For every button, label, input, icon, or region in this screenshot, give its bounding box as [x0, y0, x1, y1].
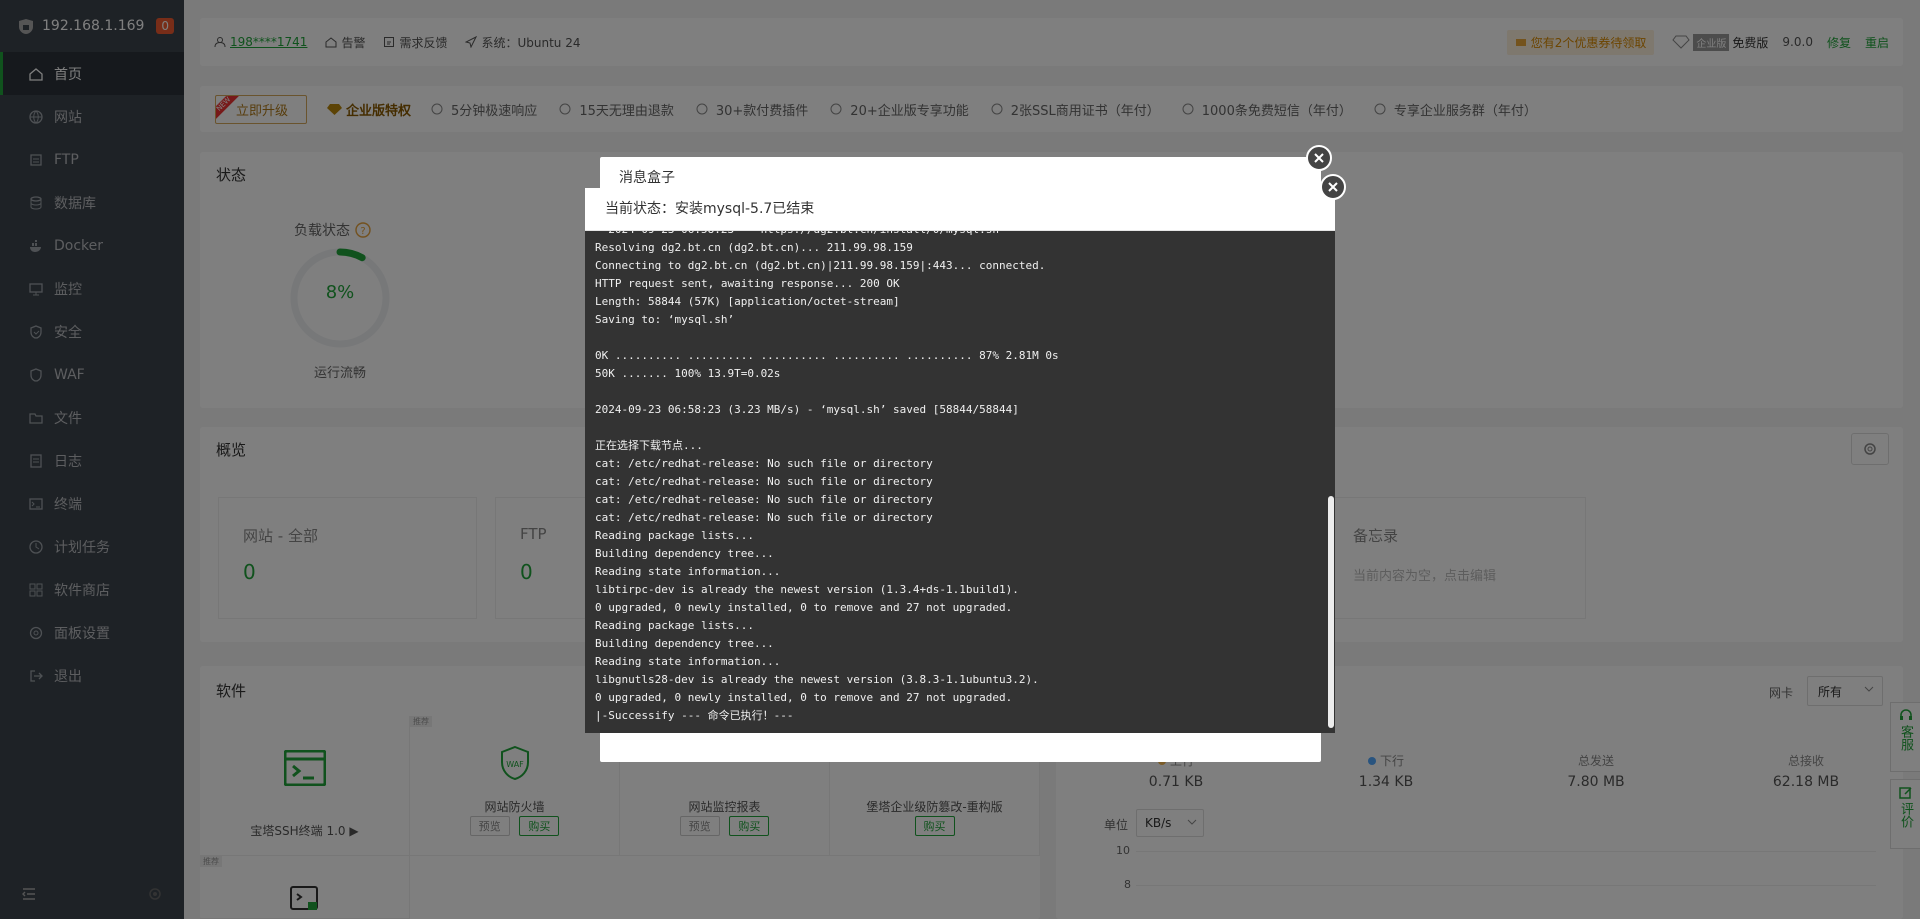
terminal-line: --2024-09-23 06:58:23-- https://dg2.bt.c… [595, 231, 1310, 239]
terminal-line: Building dependency tree... [595, 637, 774, 650]
terminal-line: Building dependency tree... [595, 547, 774, 560]
terminal-scrollbar[interactable] [1328, 496, 1334, 728]
terminal-line: 0K .......... .......... .......... ....… [595, 349, 1059, 362]
terminal-line: 50K ....... 100% 13.9T=0.02s [595, 367, 781, 380]
terminal-line: libgnutls28-dev is already the newest ve… [595, 673, 1039, 686]
terminal-line: cat: /etc/redhat-release: No such file o… [595, 457, 933, 470]
terminal-line: HTTP request sent, awaiting response... … [595, 277, 900, 290]
install-status-title: 当前状态：安装mysql-5.7已结束 [585, 188, 1335, 231]
close-icon [1314, 153, 1324, 163]
terminal-lines: --2024-09-23 06:58:23-- https://dg2.bt.c… [595, 231, 1310, 725]
install-log-dialog: 当前状态：安装mysql-5.7已结束 --2024-09-23 06:58:2… [585, 188, 1335, 733]
terminal-line: Length: 58844 (57K) [application/octet-s… [595, 295, 900, 308]
terminal-line: 正在选择下载节点... [595, 439, 703, 452]
terminal-line: Resolving dg2.bt.cn (dg2.bt.cn)... 211.9… [595, 241, 913, 254]
install-dialog-close-button[interactable] [1320, 174, 1346, 200]
terminal-line: 0 upgraded, 0 newly installed, 0 to remo… [595, 601, 1013, 614]
terminal-output[interactable]: --2024-09-23 06:58:23-- https://dg2.bt.c… [585, 231, 1335, 733]
close-icon [1328, 182, 1338, 192]
terminal-line: |-Successify --- 命令已执行！--- [595, 709, 794, 722]
terminal-line: Connecting to dg2.bt.cn (dg2.bt.cn)|211.… [595, 259, 1046, 272]
terminal-line: libtirpc-dev is already the newest versi… [595, 583, 1019, 596]
terminal-line: cat: /etc/redhat-release: No such file o… [595, 475, 933, 488]
terminal-line: Saving to: ‘mysql.sh’ [595, 313, 735, 326]
terminal-line: Reading package lists... [595, 529, 754, 542]
terminal-line: cat: /etc/redhat-release: No such file o… [595, 511, 933, 524]
terminal-line: Reading package lists... [595, 619, 754, 632]
terminal-line: Reading state information... [595, 655, 781, 668]
terminal-line: 2024-09-23 06:58:23 (3.23 MB/s) - ‘mysql… [595, 403, 1019, 416]
terminal-line: 0 upgraded, 0 newly installed, 0 to remo… [595, 691, 1013, 704]
message-box-close-button[interactable] [1306, 145, 1332, 171]
terminal-line: Reading state information... [595, 565, 781, 578]
terminal-line: cat: /etc/redhat-release: No such file o… [595, 493, 933, 506]
